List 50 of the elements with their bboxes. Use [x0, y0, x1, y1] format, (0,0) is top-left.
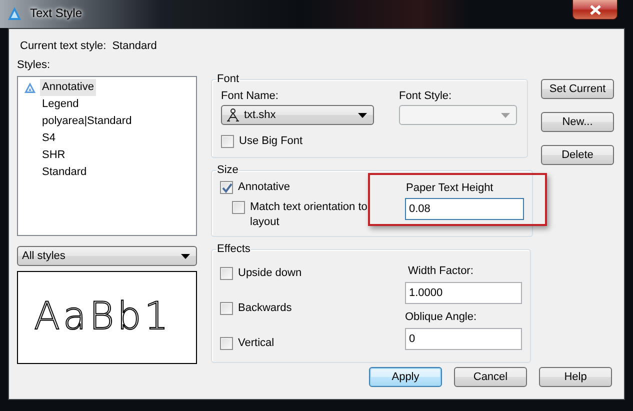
checkbox[interactable] — [221, 135, 234, 148]
checkbox[interactable] — [220, 181, 233, 194]
current-style-label: Current text style: — [20, 40, 106, 52]
style-list-item[interactable]: SHR — [40, 147, 68, 164]
window-title: Text Style — [30, 6, 82, 20]
checkbox[interactable] — [232, 201, 245, 214]
styles-label: Styles: — [17, 58, 52, 73]
checkbox-label: Match text orientation to layout — [250, 200, 368, 230]
group-title: Font — [216, 72, 240, 86]
checkbox[interactable] — [220, 337, 233, 350]
width-factor-label: Width Factor: — [407, 264, 474, 279]
style-filter-dropdown[interactable]: All styles — [17, 246, 197, 266]
dialog-button[interactable]: Help — [539, 367, 612, 387]
checkbox-label: Annotative — [238, 180, 290, 195]
style-list-item[interactable]: Legend — [40, 96, 81, 113]
dialog-button[interactable]: Cancel — [454, 367, 527, 387]
close-button[interactable] — [572, 0, 618, 20]
dialog-button[interactable]: Delete — [541, 145, 614, 165]
style-list-item[interactable]: Standard — [40, 164, 89, 181]
font-icon — [226, 108, 240, 122]
style-list-item[interactable]: S4 — [40, 130, 58, 147]
font-style-label: Font Style: — [399, 89, 453, 104]
styles-list[interactable]: Annotative Legend polyarea|Standard S4 SHR Standard — [17, 76, 197, 236]
oblique-angle-label: Oblique Angle: — [405, 310, 478, 325]
checkbox[interactable] — [220, 267, 233, 280]
font-name-label: Font Name: — [221, 89, 280, 104]
close-icon — [590, 4, 600, 14]
checkbox-label: Use Big Font — [239, 134, 303, 149]
dialog-button[interactable]: Set Current — [541, 79, 614, 99]
checkbox-label: Upside down — [238, 266, 302, 281]
checkbox[interactable] — [220, 302, 233, 315]
paper-text-height-field[interactable]: 0.08 — [405, 198, 524, 220]
dialog-button[interactable]: New... — [541, 112, 614, 132]
app-logo-icon — [8, 7, 21, 20]
dialog-button[interactable]: Apply — [369, 367, 442, 387]
oblique-angle-field[interactable]: 0 — [405, 328, 522, 350]
paper-text-height-label: Paper Text Height — [405, 181, 494, 196]
checkbox-label: Backwards — [238, 301, 292, 316]
current-style-value: Standard — [112, 40, 157, 52]
style-list-item[interactable]: Annotative — [40, 79, 96, 96]
group-title: Size — [216, 163, 240, 177]
caret-icon — [181, 254, 190, 258]
preview-text: AaBb1 — [34, 294, 172, 339]
style-list-item[interactable]: polyarea|Standard — [40, 113, 134, 130]
width-factor-field[interactable]: 1.0000 — [405, 282, 522, 304]
group-title: Effects — [216, 242, 252, 256]
caret-icon — [501, 112, 510, 118]
font-name-dropdown[interactable]: txt.shx — [221, 105, 374, 125]
checkbox-label: Vertical — [238, 336, 274, 351]
caret-icon — [358, 112, 367, 118]
